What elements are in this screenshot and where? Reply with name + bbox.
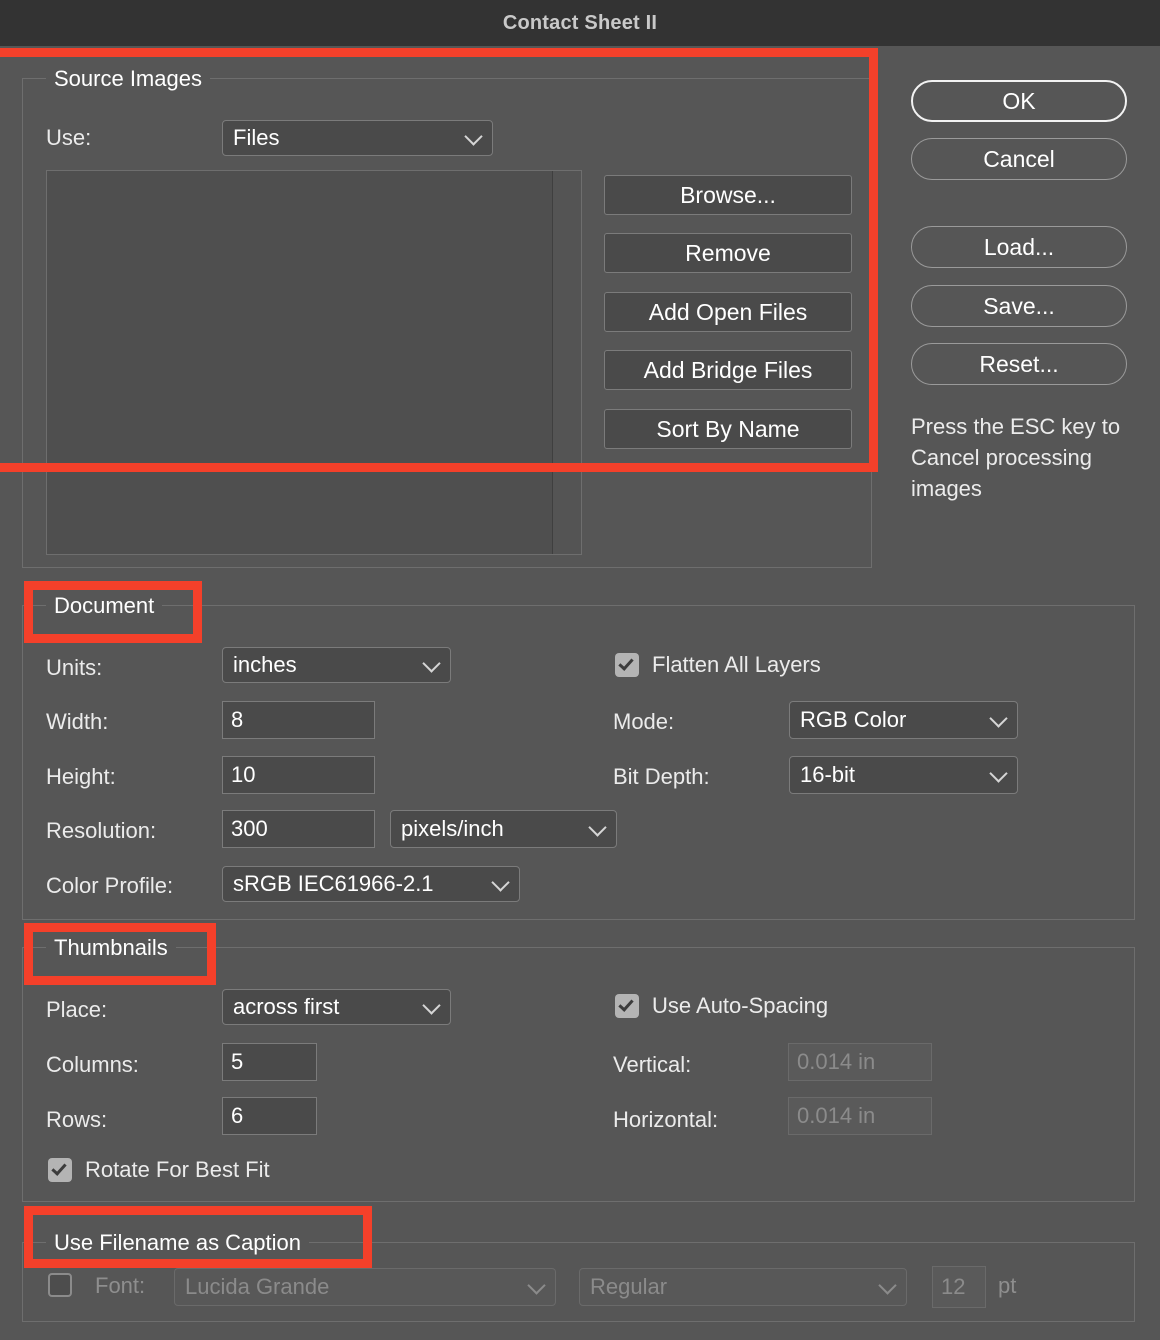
chevron-down-icon	[491, 873, 509, 891]
width-label: Width:	[46, 709, 108, 735]
chevron-down-icon	[422, 996, 440, 1014]
resolution-input[interactable]: 300	[222, 810, 375, 848]
check-icon	[618, 996, 633, 1012]
save-button[interactable]: Save...	[911, 285, 1127, 327]
horizontal-input[interactable]: 0.014 in	[788, 1097, 932, 1135]
chevron-down-icon	[422, 654, 440, 672]
units-select[interactable]: inches	[222, 647, 451, 683]
thumbnails-legend: Thumbnails	[46, 935, 176, 961]
rows-input[interactable]: 6	[222, 1097, 317, 1135]
browse-button[interactable]: Browse...	[604, 175, 852, 215]
units-select-value: inches	[233, 652, 297, 678]
cancel-button[interactable]: Cancel	[911, 138, 1127, 180]
file-list[interactable]	[46, 170, 582, 555]
use-label: Use:	[46, 125, 91, 151]
chevron-down-icon	[989, 764, 1007, 782]
add-bridge-files-button[interactable]: Add Bridge Files	[604, 350, 852, 390]
vertical-label: Vertical:	[613, 1052, 691, 1078]
columns-label: Columns:	[46, 1052, 139, 1078]
window-title: Contact Sheet II	[503, 12, 657, 35]
ok-button[interactable]: OK	[911, 80, 1127, 122]
width-input[interactable]: 8	[222, 701, 375, 739]
font-style-select[interactable]: Regular	[579, 1268, 907, 1306]
flatten-all-layers-label: Flatten All Layers	[652, 652, 821, 678]
mode-label: Mode:	[613, 709, 674, 735]
document-legend: Document	[46, 593, 162, 619]
height-label: Height:	[46, 764, 116, 790]
place-select-value: across first	[233, 994, 339, 1020]
check-icon	[618, 655, 633, 671]
sort-by-name-button[interactable]: Sort By Name	[604, 409, 852, 449]
height-input[interactable]: 10	[222, 756, 375, 794]
use-select-value: Files	[233, 125, 279, 151]
rows-label: Rows:	[46, 1107, 107, 1133]
place-select[interactable]: across first	[222, 989, 451, 1025]
color-profile-select[interactable]: sRGB IEC61966-2.1	[222, 866, 520, 902]
font-size-input[interactable]: 12	[932, 1266, 986, 1308]
esc-help-text: Press the ESC key to Cancel processing i…	[911, 411, 1131, 504]
use-filename-as-caption-checkbox[interactable]	[48, 1273, 72, 1297]
use-auto-spacing-checkbox[interactable]	[615, 994, 639, 1018]
mode-select-value: RGB Color	[800, 707, 906, 733]
resolution-units-value: pixels/inch	[401, 816, 504, 842]
vertical-input[interactable]: 0.014 in	[788, 1043, 932, 1081]
color-profile-value: sRGB IEC61966-2.1	[233, 871, 434, 897]
font-style-value: Regular	[590, 1274, 667, 1300]
rotate-for-best-fit-checkbox[interactable]	[48, 1158, 72, 1182]
chevron-down-icon	[527, 1276, 545, 1294]
remove-button[interactable]: Remove	[604, 233, 852, 273]
chevron-down-icon	[464, 127, 482, 145]
font-label: Font:	[95, 1273, 145, 1299]
flatten-all-layers-checkbox[interactable]	[615, 653, 639, 677]
use-auto-spacing-label: Use Auto-Spacing	[652, 993, 828, 1019]
horizontal-label: Horizontal:	[613, 1107, 718, 1133]
mode-select[interactable]: RGB Color	[789, 701, 1018, 739]
rotate-for-best-fit-label: Rotate For Best Fit	[85, 1157, 270, 1183]
font-family-value: Lucida Grande	[185, 1274, 329, 1300]
reset-button[interactable]: Reset...	[911, 343, 1127, 385]
check-icon	[51, 1160, 66, 1176]
place-label: Place:	[46, 997, 107, 1023]
caption-legend: Use Filename as Caption	[46, 1230, 309, 1256]
source-images-legend: Source Images	[46, 66, 210, 92]
bit-depth-select-value: 16-bit	[800, 762, 855, 788]
color-profile-label: Color Profile:	[46, 873, 173, 899]
chevron-down-icon	[989, 709, 1007, 727]
resolution-units-select[interactable]: pixels/inch	[390, 810, 617, 848]
columns-input[interactable]: 5	[222, 1043, 317, 1081]
chevron-down-icon	[878, 1276, 896, 1294]
add-open-files-button[interactable]: Add Open Files	[604, 292, 852, 332]
chevron-down-icon	[588, 818, 606, 836]
units-label: Units:	[46, 655, 102, 681]
use-select[interactable]: Files	[222, 120, 493, 156]
load-button[interactable]: Load...	[911, 226, 1127, 268]
bit-depth-label: Bit Depth:	[613, 764, 710, 790]
file-list-scrollbar[interactable]	[552, 171, 581, 554]
bit-depth-select[interactable]: 16-bit	[789, 756, 1018, 794]
font-size-unit-label: pt	[998, 1273, 1016, 1299]
window-title-bar: Contact Sheet II	[0, 0, 1160, 46]
resolution-label: Resolution:	[46, 818, 156, 844]
font-family-select[interactable]: Lucida Grande	[174, 1268, 556, 1306]
